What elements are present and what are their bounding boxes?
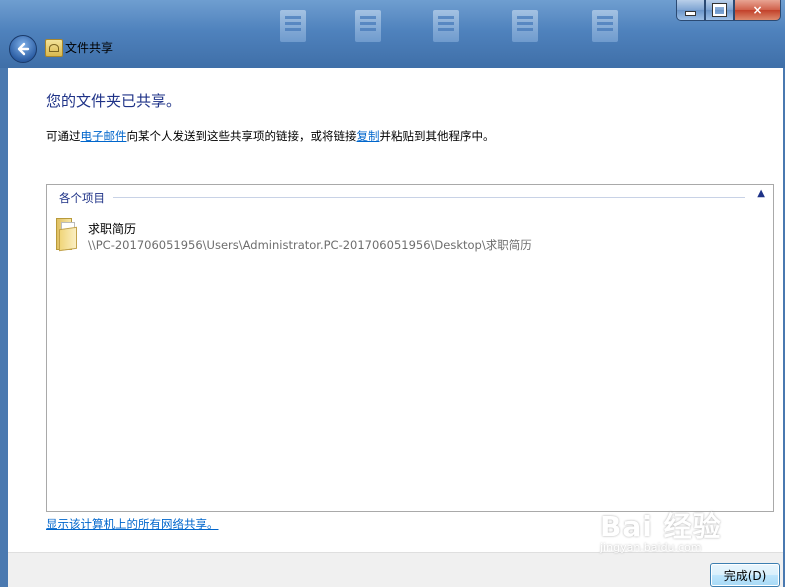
email-link[interactable]: 电子邮件	[81, 129, 127, 143]
window-frame-left	[0, 68, 8, 586]
minimize-icon	[685, 10, 696, 16]
file-sharing-icon	[45, 39, 63, 57]
page-heading: 您的文件夹已共享。	[46, 92, 182, 110]
description-text: 可通过	[46, 129, 81, 143]
close-icon: ×	[752, 3, 763, 17]
caption-buttons: ×	[676, 0, 781, 21]
finish-button[interactable]: 完成(D)	[710, 563, 780, 587]
copy-link[interactable]: 复制	[357, 129, 380, 143]
description-text: 并粘贴到其他程序中。	[379, 129, 495, 143]
group-header[interactable]: 各个项目	[59, 190, 105, 206]
back-arrow-icon	[17, 42, 30, 56]
watermark: Bai 经验 jingyan.baidu.com	[600, 505, 722, 554]
minimize-button[interactable]	[676, 0, 705, 21]
show-all-shares-link[interactable]: 显示该计算机上的所有网络共享。	[46, 516, 219, 532]
description-text: 向某个人发送到这些共享项的链接，或将链接	[126, 129, 357, 143]
watermark-logo: Bai 经验	[600, 510, 722, 543]
window-title: 文件共享	[65, 41, 114, 55]
back-button[interactable]	[9, 35, 37, 63]
maximize-icon	[712, 3, 727, 17]
group-divider	[113, 197, 745, 198]
background-document-icon	[355, 10, 381, 42]
shared-items-list[interactable]: 各个项目 ▲ 求职简历 \\PC-201706051956\Users\Admi…	[46, 184, 774, 512]
dialog-footer: 完成(D)	[8, 552, 783, 587]
background-document-icon	[512, 10, 538, 42]
folder-icon	[56, 218, 77, 252]
item-path: \\PC-201706051956\Users\Administrator.PC…	[88, 238, 532, 252]
background-document-icon	[592, 10, 618, 42]
collapse-group-icon[interactable]: ▲	[757, 188, 765, 199]
maximize-button[interactable]	[705, 0, 734, 21]
close-button[interactable]: ×	[734, 0, 781, 21]
share-description: 可通过电子邮件向某个人发送到这些共享项的链接，或将链接复制并粘贴到其他程序中。	[46, 128, 495, 144]
item-name: 求职简历	[88, 222, 137, 236]
background-document-icon	[280, 10, 306, 42]
window-frame	[0, 0, 785, 68]
background-document-icon	[433, 10, 459, 42]
